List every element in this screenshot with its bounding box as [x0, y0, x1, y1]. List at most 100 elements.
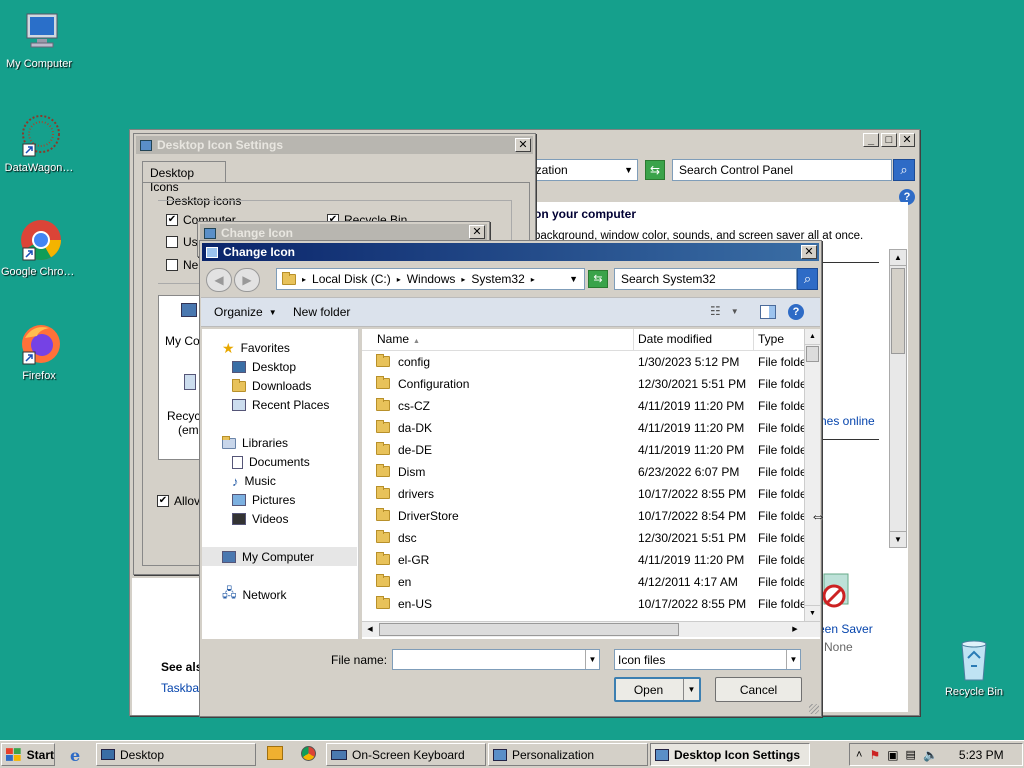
close-button[interactable]: ✕ [515, 138, 531, 152]
file-row[interactable]: en 4/12/2011 4:17 AM File folder [362, 571, 804, 593]
address-bar[interactable]: ization ▼ [530, 159, 638, 181]
file-row[interactable]: en-US 10/17/2022 8:55 PM File folder [362, 593, 804, 615]
forward-button[interactable]: ▶ [234, 268, 260, 292]
nav-documents[interactable]: Documents [232, 453, 310, 471]
title-bar[interactable]: Change Icon [202, 243, 819, 261]
file-row[interactable]: config 1/30/2023 5:12 PM File folder [362, 351, 804, 373]
refresh-button[interactable]: ⇆ [645, 160, 665, 180]
taskbar-item-desktop-icon-settings[interactable]: Desktop Icon Settings [650, 743, 810, 766]
chevron-up-icon[interactable]: ˄ [856, 749, 862, 761]
breadcrumb-separator: ▸ [530, 274, 535, 284]
nav-favorites[interactable]: ★ Favorites [222, 339, 290, 357]
checkbox[interactable]: ✔ [166, 214, 178, 226]
nav-network[interactable]: 🖧 Network [222, 585, 287, 604]
file-row[interactable]: el-GR 4/11/2019 11:20 PM File folder [362, 549, 804, 571]
organize-button[interactable]: Organize ▼ [214, 305, 277, 319]
search-icon[interactable]: ⌕ [797, 268, 818, 290]
back-button[interactable]: ◀ [206, 268, 232, 292]
navigation-pane[interactable]: ★ Favorites Desktop Downloads Recent Pla… [202, 329, 359, 639]
search-input[interactable]: Search System32 [614, 268, 797, 290]
quick-launch-media-icon[interactable] [267, 746, 283, 760]
start-button[interactable]: Start [1, 743, 55, 766]
search-icon[interactable]: ⌕ [893, 159, 915, 181]
preview-pane-icon[interactable] [760, 305, 776, 319]
checkbox[interactable] [166, 259, 178, 271]
checkbox[interactable] [166, 236, 178, 248]
tab-desktop-icons[interactable]: Desktop Icons [142, 161, 226, 194]
vertical-scrollbar[interactable]: ▲ ▼ [804, 329, 820, 621]
action-center-icon[interactable]: ⚑ [869, 748, 880, 762]
cancel-button[interactable]: Cancel [715, 677, 802, 702]
file-row[interactable]: de-DE 4/11/2019 11:20 PM File folder [362, 439, 804, 461]
view-options-icon[interactable]: ☷ ▼ [710, 304, 739, 318]
breadcrumb-local-disk[interactable]: Local Disk (C:) [312, 272, 391, 286]
change-icon-dialog[interactable]: Change Icon ✕ ◀ ▶ ▸ Local Disk (C:) ▸ Wi… [199, 240, 822, 717]
checkbox[interactable]: ✔ [157, 495, 169, 507]
checkbox-allow-themes[interactable]: ✔ Allov [157, 494, 200, 508]
file-row[interactable]: DriverStore 10/17/2022 8:54 PM File folder [362, 505, 804, 527]
desktop-icon-my-computer[interactable]: My Computer [1, 8, 77, 70]
file-name-input[interactable]: ▼ [392, 649, 600, 670]
nav-my-computer[interactable]: My Computer [202, 547, 357, 566]
chevron-down-icon[interactable]: ▼ [786, 650, 800, 669]
desktop-icon-recycle-bin[interactable]: Recycle Bin [936, 636, 1012, 698]
file-row[interactable]: Dism 6/23/2022 6:07 PM File folder [362, 461, 804, 483]
get-themes-online-link[interactable]: nes online [820, 414, 875, 428]
close-button[interactable]: ✕ [899, 133, 915, 147]
nav-libraries[interactable]: Libraries [222, 434, 288, 452]
taskbar-item-personalization[interactable]: Personalization [488, 743, 648, 766]
file-row[interactable]: da-DK 4/11/2019 11:20 PM File folder [362, 417, 804, 439]
open-button[interactable]: Open ▼ [614, 677, 701, 702]
quick-launch-chrome-icon[interactable] [301, 746, 316, 761]
desktop-icon-datawagon[interactable]: DataWagon… [1, 112, 77, 174]
taskbar-link[interactable]: Taskbar [161, 681, 203, 695]
screen-saver-icon[interactable] [820, 572, 852, 615]
new-folder-button[interactable]: New folder [293, 305, 350, 319]
chevron-down-icon[interactable]: ▼ [683, 679, 699, 700]
quick-launch-ie-icon[interactable]: e [70, 746, 80, 765]
file-list[interactable]: Name ▲ Date modified Type config 1/30/2023… [362, 329, 820, 639]
desktop-icon-chrome[interactable]: Google Chrome [1, 216, 77, 278]
taskbar-item-desktop[interactable]: Desktop [96, 743, 256, 766]
network-icon[interactable]: ▣ [887, 748, 898, 762]
display-icon[interactable]: ▤ [906, 748, 916, 761]
chevron-down-icon[interactable]: ▼ [569, 274, 578, 284]
search-input[interactable]: Search Control Panel [672, 159, 892, 181]
maximize-button[interactable]: □ [881, 133, 897, 147]
help-icon[interactable]: ? [788, 304, 804, 320]
nav-desktop[interactable]: Desktop [232, 358, 296, 376]
breadcrumb-windows[interactable]: Windows [407, 272, 456, 286]
nav-recent-places[interactable]: Recent Places [232, 396, 329, 414]
resize-grip[interactable] [809, 704, 819, 714]
file-row[interactable]: cs-CZ 4/11/2019 11:20 PM File folder [362, 395, 804, 417]
file-type-select[interactable]: Icon files ▼ [614, 649, 801, 670]
themes-scrollbar[interactable]: ▲ ▼ [889, 249, 907, 548]
column-header-date[interactable]: Date modified [634, 329, 754, 351]
nav-music[interactable]: ♪ Music [232, 472, 276, 490]
address-bar[interactable]: ▸ Local Disk (C:) ▸ Windows ▸ System32 ▸… [276, 268, 585, 290]
chevron-down-icon[interactable]: ▼ [731, 307, 739, 316]
close-button[interactable]: ✕ [469, 225, 485, 239]
chevron-down-icon[interactable]: ▼ [624, 165, 633, 175]
checkbox-network[interactable]: Ne [166, 258, 198, 272]
volume-icon[interactable]: 🔈 [923, 748, 938, 762]
breadcrumb-system32[interactable]: System32 [471, 272, 524, 286]
refresh-button[interactable]: ⇆ [588, 270, 608, 288]
taskbar-item-on-screen-keyboard[interactable]: On-Screen Keyboard [326, 743, 486, 766]
clock[interactable]: 5:23 PM [959, 748, 1004, 762]
checkbox-users-files[interactable]: Us [166, 235, 198, 249]
minimize-button[interactable]: _ [863, 133, 879, 147]
file-row[interactable]: dsc 12/30/2021 5:51 PM File folder [362, 527, 804, 549]
nav-pictures[interactable]: Pictures [232, 491, 295, 509]
chevron-down-icon[interactable]: ▼ [585, 650, 599, 669]
file-row[interactable]: drivers 10/17/2022 8:55 PM File folder [362, 483, 804, 505]
close-button[interactable]: ✕ [801, 245, 817, 259]
nav-downloads[interactable]: Downloads [232, 377, 311, 395]
screen-saver-label[interactable]: een Saver [818, 622, 873, 636]
title-bar[interactable]: Desktop Icon Settings [136, 136, 533, 154]
file-row[interactable]: Configuration 12/30/2021 5:51 PM File fold… [362, 373, 804, 395]
nav-videos[interactable]: Videos [232, 510, 288, 528]
desktop-icon-firefox[interactable]: Firefox [1, 320, 77, 382]
column-header-name[interactable]: Name ▲ [362, 329, 634, 351]
horizontal-scrollbar[interactable]: ◀ ▶ [362, 621, 820, 637]
